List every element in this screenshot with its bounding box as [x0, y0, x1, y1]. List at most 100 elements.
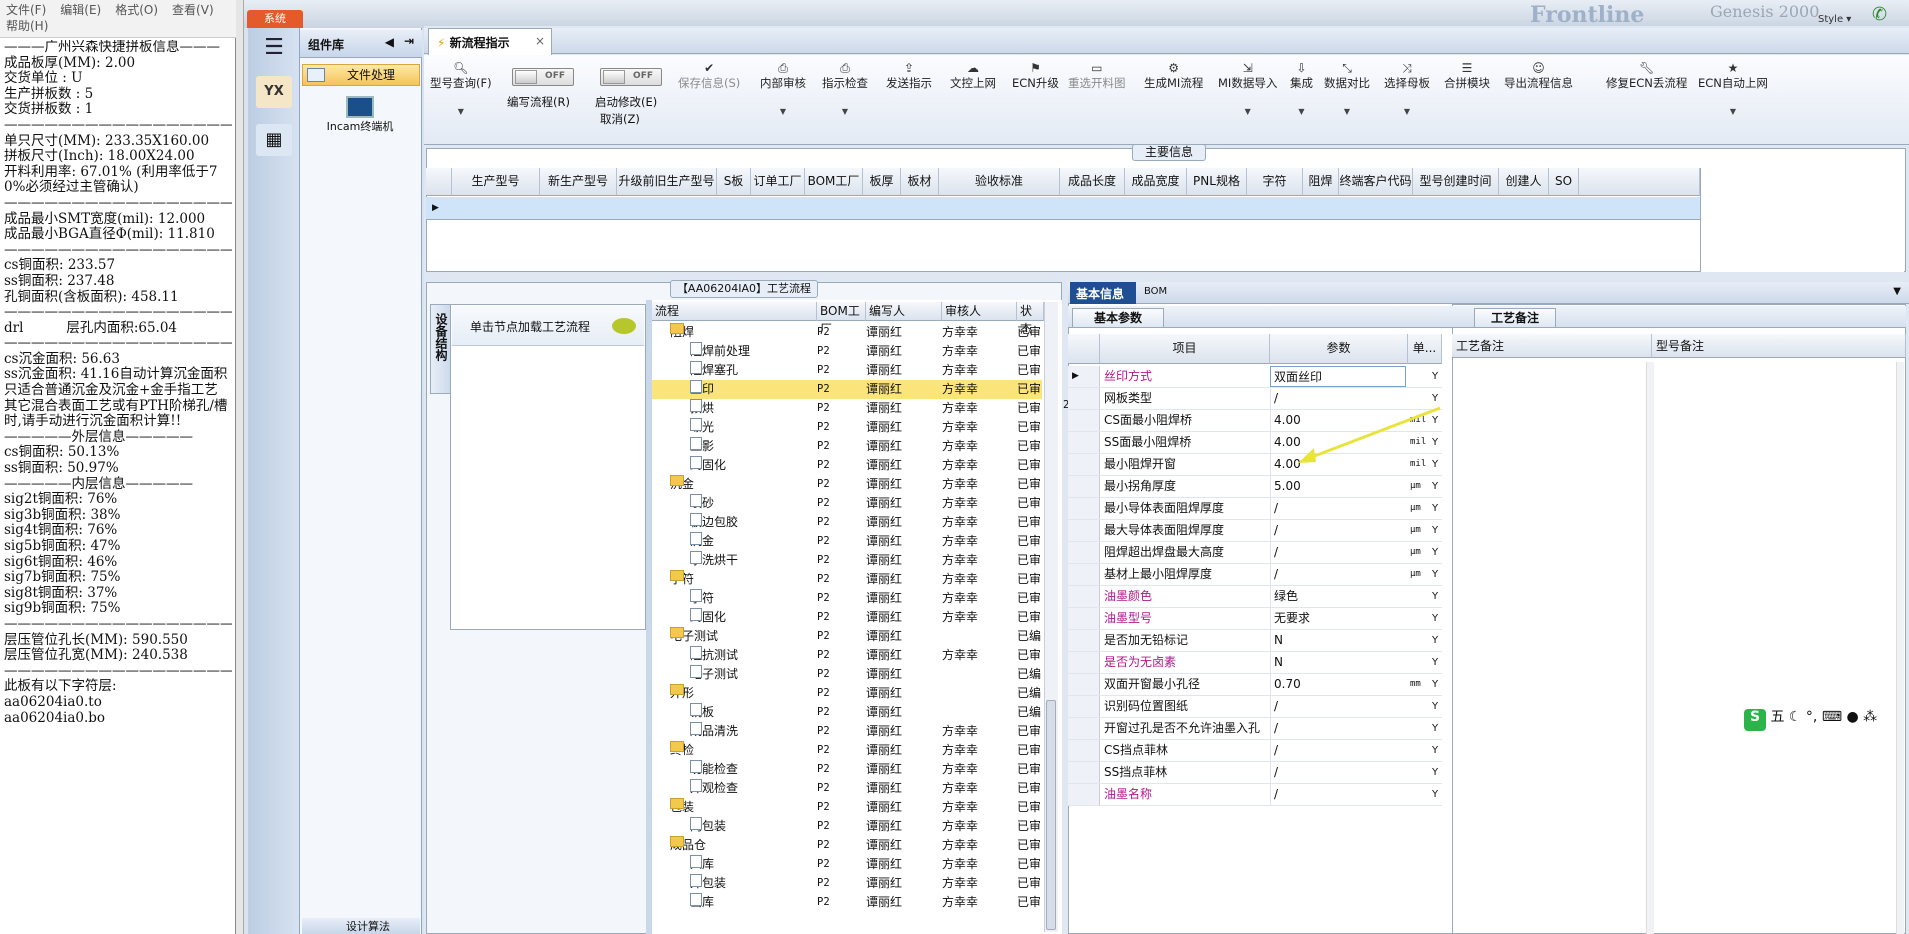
system-button[interactable]: 系统 — [247, 10, 303, 28]
process-tree-row[interactable]: 外包装 P2 谭丽红 方幸幸 已审 — [652, 874, 1042, 893]
notepad-menu-item[interactable]: 帮助(H) — [6, 19, 48, 33]
param-value[interactable]: / — [1270, 740, 1406, 761]
process-node[interactable]: 铣板 — [690, 703, 714, 722]
process-node[interactable]: 预烘 — [690, 399, 714, 418]
process-tree-row[interactable]: 板边包胶 P2 谭丽红 方幸幸 已审 — [652, 513, 1042, 532]
col-model-note[interactable]: 型号备注 — [1652, 334, 1906, 358]
process-node[interactable]: 水洗烘干 — [690, 551, 738, 570]
param-value[interactable]: / — [1270, 762, 1406, 783]
process-node[interactable]: 出库 — [690, 893, 714, 912]
process-node[interactable]: −电子测试 — [670, 627, 718, 646]
design-algorithm-item[interactable]: 设计算法 — [302, 918, 420, 934]
param-row[interactable]: 基材上最小阻焊厚度 / μm Y — [1068, 564, 1442, 586]
param-value[interactable]: / — [1270, 542, 1406, 563]
param-row[interactable]: CS挡点菲林 / Y — [1068, 740, 1442, 762]
toolbar-button[interactable]: ☁ 文控上网 — [950, 61, 996, 91]
process-tree-row[interactable]: 曝光 P2 谭丽红 方幸幸 已审 — [652, 418, 1042, 437]
notepad-menu-item[interactable]: 查看(V) — [172, 3, 214, 17]
toolbar-button[interactable]: 🔧︎ 修复ECN丢流程 — [1606, 61, 1687, 91]
process-node[interactable]: 板边包胶 — [690, 513, 738, 532]
param-row[interactable]: 油墨型号 无要求 Y — [1068, 608, 1442, 630]
param-row[interactable]: 开窗过孔是否不允许油墨入孔 / Y — [1068, 718, 1442, 740]
toolbar-button[interactable]: ⇪ 发送指示 — [886, 61, 932, 91]
process-tree-row[interactable]: 喷砂 P2 谭丽红 方幸幸 已审 — [652, 494, 1042, 513]
process-node[interactable]: 曝光 — [690, 418, 714, 437]
col-process[interactable]: 流程 — [652, 302, 817, 321]
main-info-column-header[interactable]: 字符 — [1247, 168, 1303, 196]
process-node[interactable]: 电子测试 — [690, 665, 738, 684]
param-value[interactable]: 绿色 — [1270, 586, 1406, 607]
process-tree-row[interactable]: −沉金 P2 谭丽红 方幸幸 已审 — [652, 475, 1042, 494]
process-tree-row[interactable]: 沉金 P2 谭丽红 方幸幸 已审 — [652, 532, 1042, 551]
process-node[interactable]: 沉金 — [690, 532, 714, 551]
process-tree-row[interactable]: −外形 P2 谭丽红 已编 — [652, 684, 1042, 703]
process-node[interactable]: 显影 — [690, 437, 714, 456]
process-tree-row[interactable]: 功能检查 P2 谭丽红 方幸幸 已审 — [652, 760, 1042, 779]
col-writer[interactable]: 编写人 — [866, 302, 942, 321]
process-tree-row[interactable]: 字符 P2 谭丽红 方幸幸 已审 — [652, 589, 1042, 608]
main-info-column-header[interactable]: BOM工厂 — [805, 168, 863, 196]
param-row[interactable]: SS挡点菲林 / Y — [1068, 762, 1442, 784]
param-row[interactable]: 阻焊超出焊盘最大高度 / μm Y — [1068, 542, 1442, 564]
process-node[interactable]: 功能检查 — [690, 760, 738, 779]
notepad-menu-item[interactable]: 格式(O) — [115, 3, 158, 17]
param-row[interactable]: 最小导体表面阻焊厚度 / μm Y — [1068, 498, 1442, 520]
param-row[interactable]: 最小拐角厚度 5.00 μm Y — [1068, 476, 1442, 498]
process-tree-row[interactable]: 入库 P2 谭丽红 方幸幸 已审 — [652, 855, 1042, 874]
process-node[interactable]: −阻焊 — [670, 323, 694, 342]
cancel-button[interactable]: 取消(Z) — [600, 111, 640, 127]
process-node[interactable]: 阻焊前处理 — [690, 342, 750, 361]
main-info-column-header[interactable]: 板材 — [901, 168, 939, 196]
process-tree-row[interactable]: −电子测试 P2 谭丽红 已编 — [652, 627, 1042, 646]
file-processing-item[interactable]: 文件处理 — [302, 64, 420, 86]
tree-scroll-thumb[interactable] — [1046, 700, 1056, 930]
process-node[interactable]: −成品仓 — [670, 836, 706, 855]
process-tree-row[interactable]: 显影 P2 谭丽红 方幸幸 已审 — [652, 437, 1042, 456]
main-info-column-header[interactable]: 阻焊 — [1303, 168, 1339, 196]
process-tree-row[interactable]: −终检 P2 谭丽红 方幸幸 已审 — [652, 741, 1042, 760]
main-info-column-header[interactable]: S板 — [717, 168, 751, 196]
param-value[interactable]: / — [1270, 718, 1406, 739]
main-info-column-header[interactable]: 成品长度 — [1060, 168, 1125, 196]
process-tree-row[interactable]: −成品仓 P2 谭丽红 方幸幸 已审 — [652, 836, 1042, 855]
main-info-column-header[interactable]: 订单工厂 — [751, 168, 805, 196]
process-node[interactable]: 阻抗测试 — [690, 646, 738, 665]
process-tree-row[interactable]: −字符 P2 谭丽红 方幸幸 已审 — [652, 570, 1042, 589]
param-value[interactable]: 双面丝印 — [1270, 366, 1406, 387]
main-info-column-header[interactable]: 验收标准 — [939, 168, 1060, 196]
toolbar-button[interactable]: ⎙ 内部审核 ▼ — [760, 61, 806, 116]
process-tree-row[interactable]: 铣板 P2 谭丽红 已编 — [652, 703, 1042, 722]
toolbar-button[interactable]: ★ ECN自动上网 ▼ — [1698, 61, 1768, 116]
main-info-column-header[interactable]: 板厚 — [863, 168, 901, 196]
main-info-column-header[interactable]: 生产型号 — [452, 168, 540, 196]
param-row[interactable]: 是否加无铅标记 N Y — [1068, 630, 1442, 652]
param-value[interactable]: N — [1270, 652, 1406, 673]
param-row[interactable]: 油墨颜色 绿色 Y — [1068, 586, 1442, 608]
notepad-menu-item[interactable]: 文件(F) — [6, 3, 46, 17]
phone-icon[interactable]: ✆ — [1872, 4, 1894, 25]
main-info-column-header[interactable]: 成品宽度 — [1125, 168, 1187, 196]
process-node[interactable]: −包装 — [670, 798, 694, 817]
process-tree-row[interactable]: 阻焊塞孔 P2 谭丽红 方幸幸 已审 — [652, 361, 1042, 380]
toolbar-button[interactable]: ☺ 导出流程信息 — [1504, 61, 1573, 91]
param-value[interactable]: / — [1270, 498, 1406, 519]
param-row[interactable]: ▶ 丝印方式 双面丝印 Y — [1068, 366, 1442, 388]
process-tree-row[interactable]: 电子测试 P2 谭丽红 已编 — [652, 665, 1042, 684]
process-tree-row[interactable]: 终固化 P2 谭丽红 方幸幸 已审 — [652, 608, 1042, 627]
process-tree-row[interactable]: 水洗烘干 P2 谭丽红 方幸幸 已审 — [652, 551, 1042, 570]
process-node[interactable]: 外包装 — [690, 874, 726, 893]
ime-toolbar[interactable]: S 五 ☾ °, ⌨ ● ⁂ — [1744, 706, 1906, 731]
tab-basic-params[interactable]: 基本参数 — [1072, 308, 1164, 328]
incam-terminal-item[interactable]: Incam终端机 — [310, 96, 410, 140]
param-value[interactable]: 0.70 — [1270, 674, 1406, 695]
toolbar-button[interactable]: ▭ 重选开料图 — [1068, 61, 1126, 91]
dropdown-arrow-icon[interactable]: ▼ — [1893, 286, 1901, 297]
process-tree-row[interactable]: 阻抗测试 P2 谭丽红 方幸幸 已审 — [652, 646, 1042, 665]
toggle-switch[interactable]: OFF — [600, 68, 662, 86]
col-bom-factory[interactable]: BOM工厂 — [817, 302, 866, 336]
param-row[interactable]: 油墨名称 / Y — [1068, 784, 1442, 806]
param-value[interactable]: / — [1270, 564, 1406, 585]
style-dropdown[interactable]: Style ▾ — [1818, 14, 1851, 25]
toolbar-button[interactable]: ⚙ 生成MI流程 — [1144, 61, 1203, 91]
process-tree-row[interactable]: 预烘 P2 谭丽红 方幸幸 已审 — [652, 399, 1042, 418]
